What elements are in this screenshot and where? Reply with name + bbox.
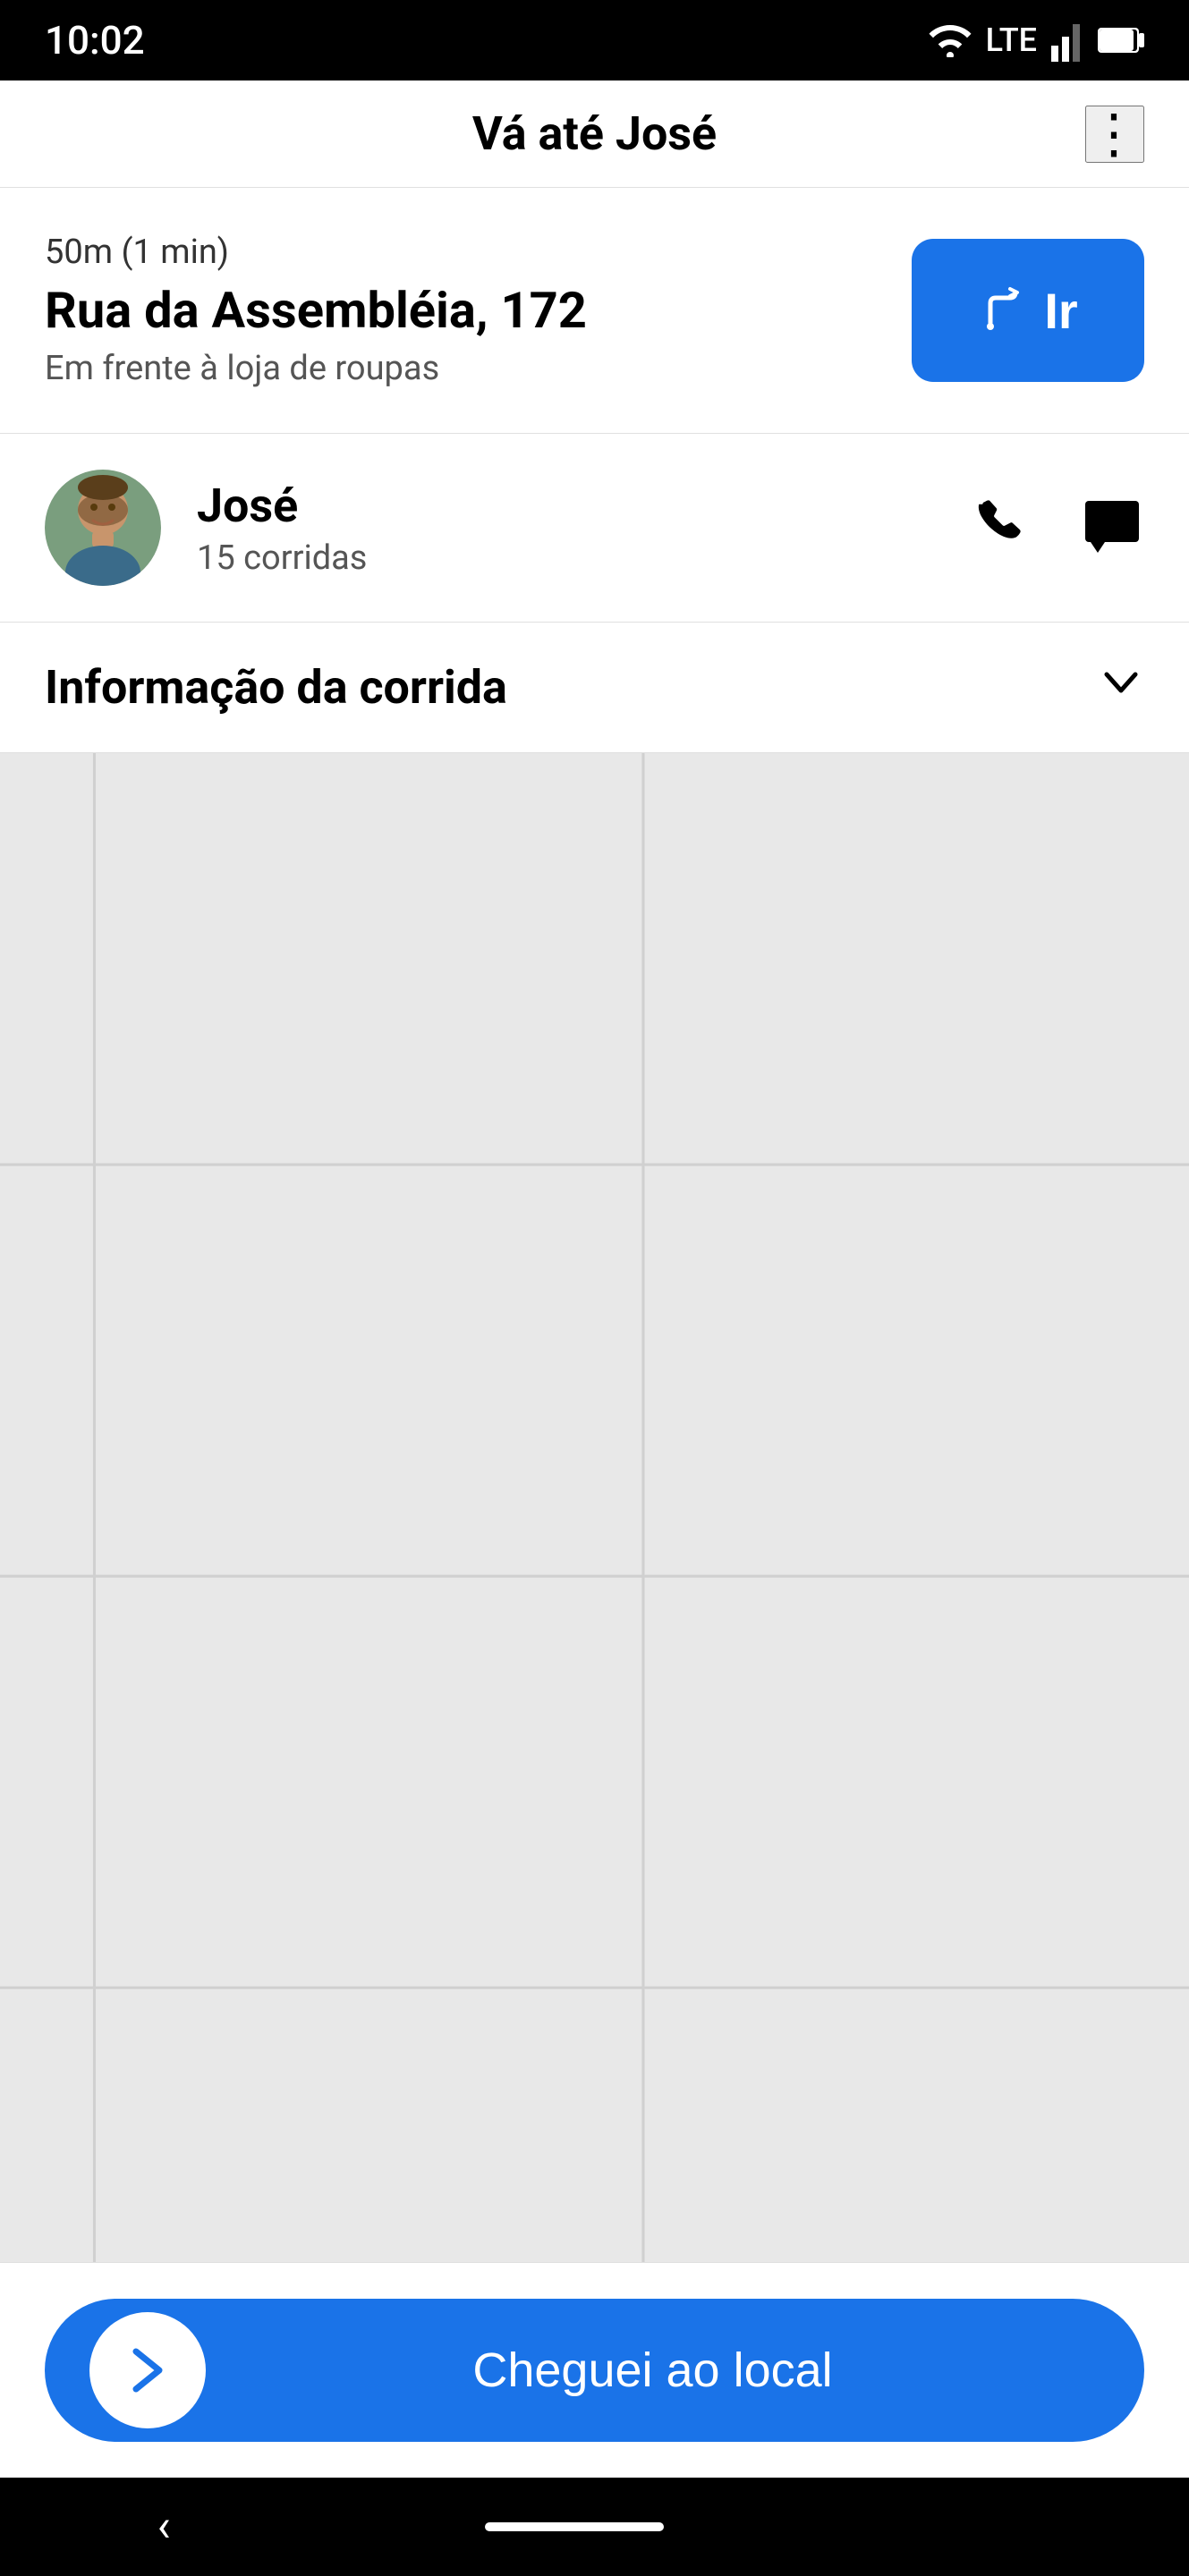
lte-label: LTE [986,21,1037,59]
destination-info: 50m (1 min) Rua da Assembléia, 172 Em fr… [45,233,885,388]
driver-rides: 15 corridas [197,538,964,578]
driver-section: José 15 corridas [0,434,1189,623]
destination-address: Rua da Assembléia, 172 [45,281,885,340]
menu-button[interactable]: ⋮ [1085,106,1144,163]
status-bar: 10:02 LTE [0,0,1189,80]
status-time: 10:02 [45,17,145,64]
signal-icon [1051,19,1083,62]
chat-icon [1080,496,1144,560]
message-button[interactable] [1080,496,1144,560]
phone-icon [964,496,1026,559]
home-indicator[interactable] [485,2522,664,2531]
driver-info: José 15 corridas [197,479,964,578]
wifi-icon [929,23,972,57]
battery-icon [1098,24,1144,56]
header: Vá até José ⋮ [0,80,1189,188]
back-button[interactable]: ‹ [157,2501,171,2553]
arrived-button-label: Cheguei ao local [206,2343,1100,2398]
chevron-down-icon [1098,658,1144,716]
go-button-label: Ir [1044,282,1077,340]
nav-bar: ‹ [0,2478,1189,2576]
status-icons: LTE [929,19,1144,62]
page-title: Vá até José [472,106,717,161]
route-icon [978,285,1028,335]
driver-name: José [197,479,964,533]
chevron-right-icon [116,2339,179,2402]
destination-distance: 50m (1 min) [45,233,885,272]
go-button[interactable]: Ir [912,239,1144,382]
info-label: Informação da corrida [45,660,507,715]
call-button[interactable] [964,496,1026,559]
driver-avatar [45,470,161,586]
arrived-button[interactable]: Cheguei ao local [45,2299,1144,2442]
map-section [0,753,1189,2262]
arrived-button-circle [89,2312,206,2428]
driver-actions [964,496,1144,560]
destination-section: 50m (1 min) Rua da Assembléia, 172 Em fr… [0,188,1189,434]
bottom-bar: Cheguei ao local [0,2262,1189,2478]
destination-hint: Em frente à loja de roupas [45,349,885,388]
info-section[interactable]: Informação da corrida [0,623,1189,753]
